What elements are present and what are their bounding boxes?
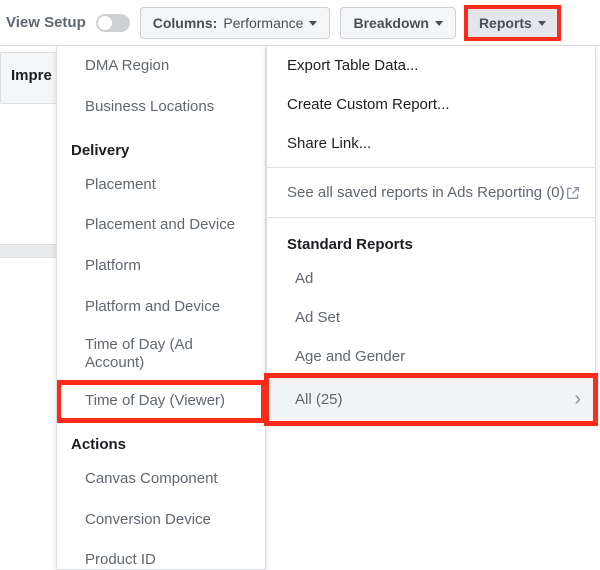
caret-down-icon — [435, 21, 443, 26]
reports-item-all[interactable]: All (25) › — [267, 376, 595, 423]
reports-item-age-gender[interactable]: Age and Gender — [267, 337, 595, 376]
breakdown-item-conversion-device[interactable]: Conversion Device — [57, 500, 265, 541]
reports-button[interactable]: Reports — [466, 7, 559, 39]
table-row — [0, 244, 56, 258]
caret-down-icon — [309, 21, 317, 26]
breakdown-dropdown: DMA Region Business Locations Delivery P… — [56, 46, 266, 570]
view-setup-label: View Setup — [6, 14, 86, 31]
reports-all-highlight: All (25) › — [267, 376, 595, 423]
external-link-icon — [565, 185, 581, 201]
breakdown-item-product-id[interactable]: Product ID — [57, 540, 265, 570]
columns-label: Columns: — [153, 15, 218, 31]
breakdown-item-platform[interactable]: Platform — [57, 246, 265, 287]
reports-saved-label: See all saved reports in Ads Reporting (… — [287, 184, 565, 201]
breakdown-item-tod-viewer[interactable]: Time of Day (Viewer) — [57, 381, 265, 422]
reports-item-create-custom[interactable]: Create Custom Report... — [267, 85, 595, 124]
breakdown-item-platform-device[interactable]: Platform and Device — [57, 287, 265, 328]
divider — [267, 217, 595, 218]
breakdown-item-placement-device[interactable]: Placement and Device — [57, 205, 265, 246]
breakdown-item-business-locations[interactable]: Business Locations — [57, 87, 265, 128]
table-header-cell[interactable]: Impre — [0, 52, 56, 104]
breakdown-item-canvas[interactable]: Canvas Component — [57, 459, 265, 500]
reports-saved-link[interactable]: See all saved reports in Ads Reporting (… — [267, 172, 595, 213]
divider — [267, 167, 595, 168]
breakdown-group-actions: Actions — [57, 422, 265, 459]
reports-standard-heading: Standard Reports — [267, 222, 595, 259]
reports-dropdown: Export Table Data... Create Custom Repor… — [266, 46, 596, 424]
reports-button-highlight: Reports — [466, 7, 559, 39]
breakdown-item-tod-account[interactable]: Time of Day (Ad Account) — [57, 328, 265, 382]
columns-button[interactable]: Columns: Performance — [140, 7, 331, 39]
reports-label: Reports — [479, 15, 532, 31]
breakdown-item-placement[interactable]: Placement — [57, 165, 265, 206]
reports-item-label: Create Custom Report... — [287, 96, 450, 113]
toolbar: View Setup Columns: Performance Breakdow… — [0, 0, 600, 46]
content-area: Impre DMA Region Business Locations Deli… — [0, 46, 600, 570]
breakdown-button[interactable]: Breakdown — [340, 7, 455, 39]
reports-item-label: Share Link... — [287, 135, 371, 152]
reports-item-label: Ad — [295, 270, 313, 287]
caret-down-icon — [538, 21, 546, 26]
reports-item-export[interactable]: Export Table Data... — [267, 46, 595, 85]
reports-all-label: All (25) — [295, 391, 343, 408]
reports-item-ad[interactable]: Ad — [267, 259, 595, 298]
chevron-right-icon: › — [574, 388, 581, 411]
reports-item-label: Age and Gender — [295, 348, 405, 365]
breakdown-group-delivery: Delivery — [57, 128, 265, 165]
breakdown-label: Breakdown — [353, 15, 428, 31]
reports-item-label: Export Table Data... — [287, 57, 418, 74]
view-setup-toggle[interactable] — [96, 14, 130, 32]
breakdown-item-dma-region[interactable]: DMA Region — [57, 46, 265, 87]
reports-item-label: Ad Set — [295, 309, 340, 326]
columns-value: Performance — [223, 15, 303, 31]
reports-item-ad-set[interactable]: Ad Set — [267, 298, 595, 337]
reports-item-share-link[interactable]: Share Link... — [267, 124, 595, 163]
